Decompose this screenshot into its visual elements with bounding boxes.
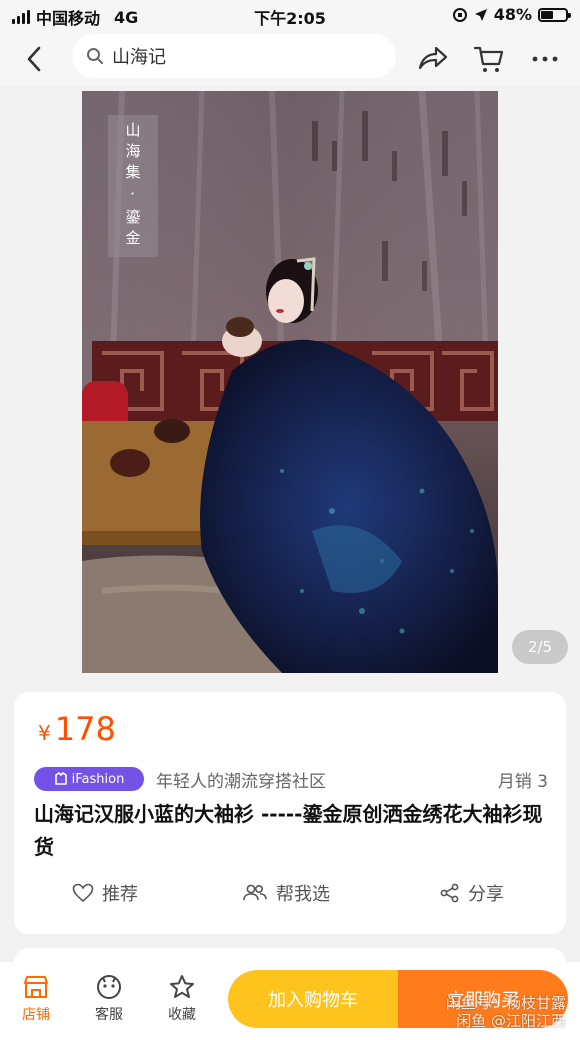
product-info-card: ¥ 178 iFashion 年轻人的潮流穿搭社区 月销 3 山海记汉服小蓝的大… bbox=[14, 692, 566, 934]
status-bar: 中国移动 4G 下午2:05 48% bbox=[0, 0, 580, 30]
more-icon[interactable] bbox=[528, 42, 562, 76]
heart-icon bbox=[72, 883, 94, 903]
ifashion-badge[interactable]: iFashion bbox=[34, 767, 144, 791]
people-icon bbox=[243, 884, 267, 901]
share-label: 分享 bbox=[468, 884, 504, 905]
status-right: 48% bbox=[452, 5, 571, 24]
favorite-tab[interactable]: 收藏 bbox=[154, 974, 210, 1024]
location-icon bbox=[474, 8, 487, 21]
help-choose-label: 帮我选 bbox=[276, 884, 330, 905]
nav-bar: 山海记 bbox=[0, 30, 580, 86]
share-icon[interactable] bbox=[416, 42, 450, 76]
recommend-button[interactable]: 推荐 bbox=[72, 880, 138, 906]
price-amount: 178 bbox=[54, 710, 116, 748]
ifashion-icon bbox=[54, 772, 67, 785]
battery-percent: 48% bbox=[493, 5, 532, 24]
photo-label: 山海集·鎏金 bbox=[108, 115, 158, 257]
recommend-label: 推荐 bbox=[102, 884, 138, 905]
orientation-lock-icon bbox=[452, 7, 467, 22]
favorite-label: 收藏 bbox=[168, 1007, 196, 1023]
price: ¥ 178 bbox=[38, 710, 116, 748]
share-nodes-icon bbox=[440, 883, 459, 903]
store-icon bbox=[24, 976, 48, 998]
help-choose-button[interactable]: 帮我选 bbox=[242, 880, 330, 906]
service-label: 客服 bbox=[95, 1007, 123, 1023]
watermark-line-2: 闲鱼 @江阳江西 bbox=[456, 1012, 566, 1030]
share-button[interactable]: 分享 bbox=[440, 880, 504, 906]
back-arrow-icon[interactable] bbox=[20, 44, 50, 74]
badge-description: 年轻人的潮流穿搭社区 bbox=[156, 772, 326, 792]
action-row: 推荐 帮我选 分享 bbox=[14, 880, 566, 920]
monthly-sales: 月销 3 bbox=[497, 772, 548, 792]
watermark: 闲鱼号：杨枝甘露 闲鱼 @江阳江西 bbox=[446, 994, 566, 1030]
search-query: 山海记 bbox=[112, 47, 166, 68]
star-icon bbox=[170, 975, 194, 998]
battery-icon bbox=[538, 7, 571, 22]
photo-counter: 2/5 bbox=[512, 630, 568, 664]
service-icon bbox=[97, 975, 121, 999]
search-icon bbox=[87, 48, 103, 64]
cart-icon[interactable] bbox=[472, 42, 506, 76]
price-currency: ¥ bbox=[38, 721, 51, 745]
search-input[interactable]: 山海记 bbox=[72, 34, 396, 78]
badge-label: iFashion bbox=[71, 771, 125, 787]
store-tab[interactable]: 店铺 bbox=[8, 974, 64, 1024]
service-tab[interactable]: 客服 bbox=[81, 974, 137, 1024]
product-title: 山海记汉服小蓝的大袖衫 -----鎏金原创洒金绣花大袖衫现货 bbox=[34, 802, 543, 859]
add-to-cart-button[interactable]: 加入购物车 bbox=[228, 970, 398, 1028]
store-label: 店铺 bbox=[22, 1007, 50, 1023]
watermark-line-1: 闲鱼号：杨枝甘露 bbox=[445, 994, 566, 1012]
